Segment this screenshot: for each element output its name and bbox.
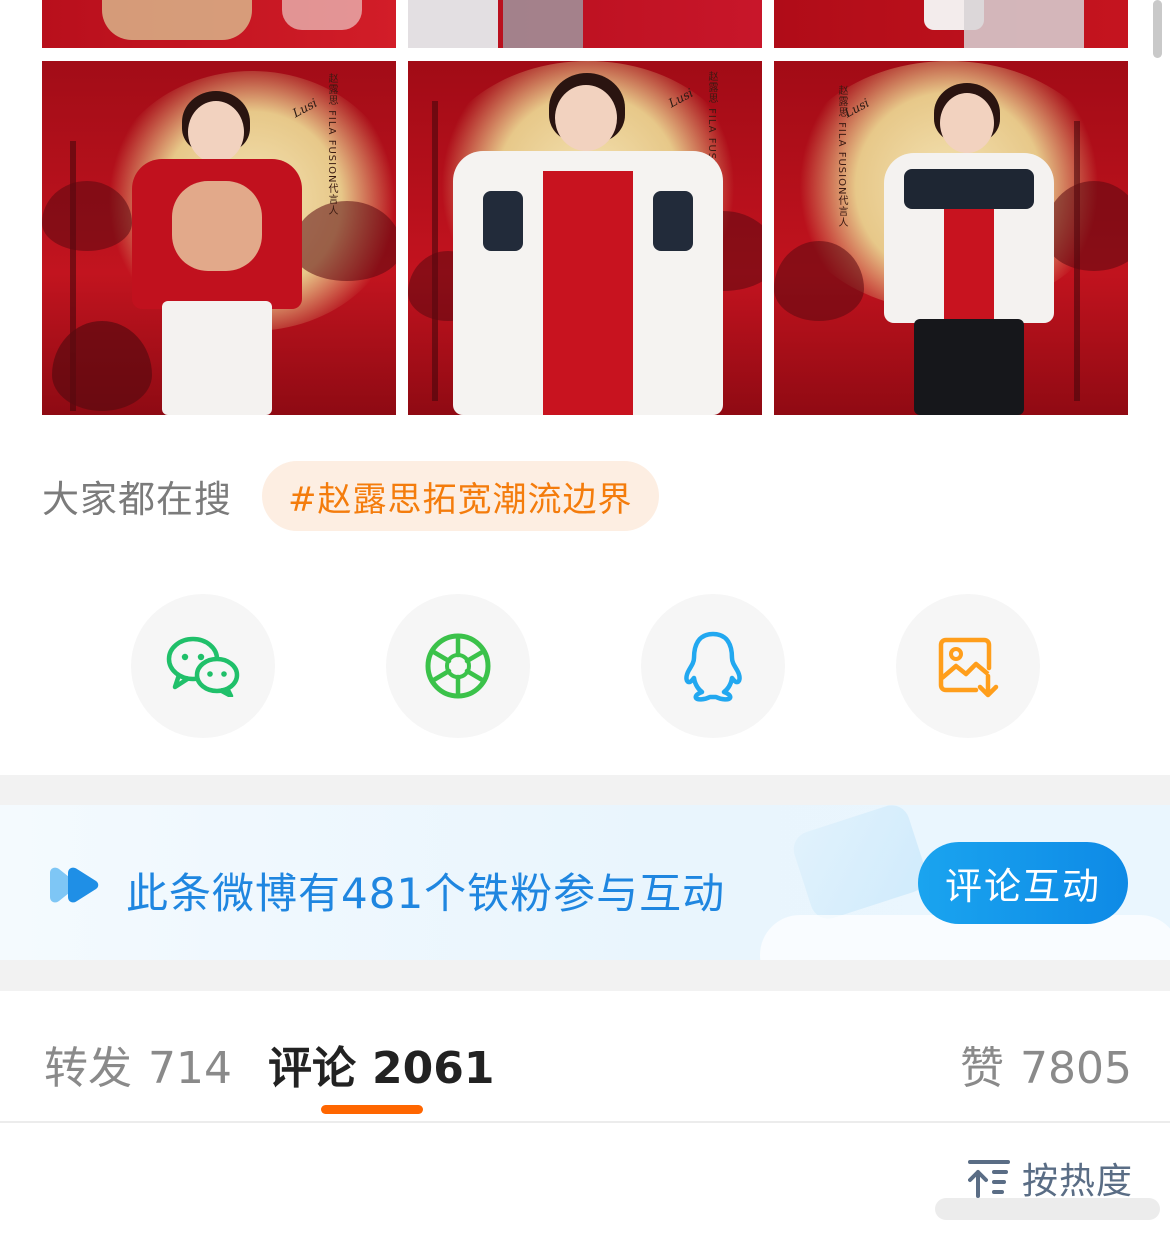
tab-label: 转发	[44, 1043, 132, 1094]
model-figure	[884, 79, 1054, 415]
section-divider	[0, 960, 1170, 991]
share-wechat-button[interactable]	[131, 594, 275, 738]
trending-search-row: 大家都在搜 #赵露思拓宽潮流边界	[42, 460, 659, 532]
tab-reposts[interactable]: 转发 714	[44, 1032, 232, 1096]
model-figure	[453, 71, 723, 415]
model-figure	[122, 81, 322, 415]
wechat-icon	[166, 636, 240, 697]
photo-row2-right[interactable]: 赵露思 FILA FUSION代言人 Lusi	[774, 61, 1128, 415]
tab-divider	[0, 1121, 1170, 1123]
sort-by-hot-button[interactable]: 按热度	[968, 1152, 1133, 1204]
section-divider	[0, 775, 1170, 805]
comment-interaction-button[interactable]: 评论互动	[918, 842, 1128, 924]
home-indicator[interactable]	[935, 1198, 1160, 1220]
photo-top-center[interactable]	[408, 0, 762, 48]
photo-top-right[interactable]	[774, 0, 1128, 48]
tv-decoration	[789, 805, 931, 924]
fan-badge-icon	[50, 867, 99, 903]
photo-caption: 赵露思 FILA FUSION代言人	[326, 73, 337, 217]
tab-count: 714	[148, 1043, 232, 1094]
share-qq-button[interactable]	[641, 594, 785, 738]
tab-label: 赞	[960, 1043, 1004, 1094]
moments-icon	[425, 633, 491, 699]
photo-row2-left[interactable]: 赵露思 FILA FUSION代言人 Lusi	[42, 61, 396, 415]
photo-top-left[interactable]	[42, 0, 396, 48]
fan-interaction-text: 此条微博有481个铁粉参与互动	[126, 869, 726, 918]
tab-label: 评论	[268, 1043, 356, 1094]
tab-likes[interactable]: 赞 7805	[960, 1032, 1132, 1096]
photo-row2-center[interactable]: 赵露思 FILA FUSION代言人 Lusi	[408, 61, 762, 415]
save-image-icon	[938, 637, 999, 698]
active-tab-indicator	[321, 1105, 423, 1114]
scrollbar[interactable]	[1153, 0, 1162, 58]
share-moments-button[interactable]	[386, 594, 530, 738]
save-image-button[interactable]	[896, 594, 1040, 738]
tab-comments[interactable]: 评论 2061	[268, 1032, 494, 1096]
tab-count: 7805	[1020, 1043, 1132, 1094]
fan-interaction-banner[interactable]: 此条微博有481个铁粉参与互动 评论互动	[0, 805, 1170, 960]
trending-search-label: 大家都在搜	[42, 478, 232, 521]
sort-label: 按热度	[1022, 1161, 1134, 1202]
qq-icon	[684, 631, 742, 702]
sort-icon	[968, 1160, 1010, 1198]
tab-count: 2061	[372, 1043, 495, 1094]
trending-topic-tag[interactable]: #赵露思拓宽潮流边界	[262, 461, 659, 531]
